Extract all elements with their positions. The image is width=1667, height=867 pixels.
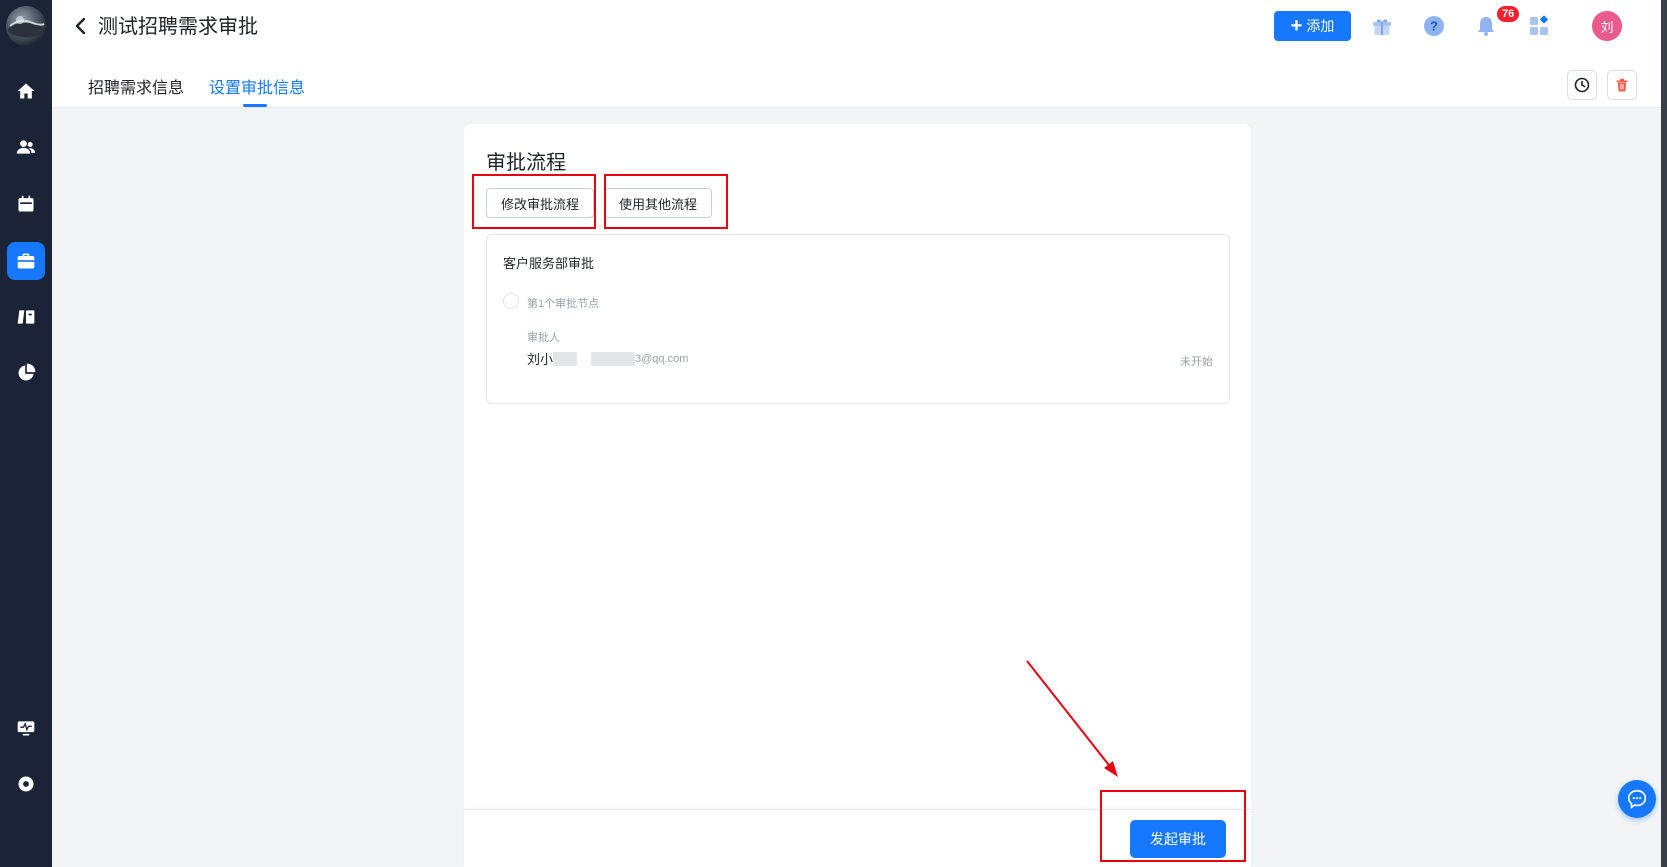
calendar-icon	[18, 195, 34, 212]
users-icon	[16, 140, 36, 154]
back-arrow-icon[interactable]	[70, 14, 90, 38]
page-title: 测试招聘需求审批	[98, 16, 258, 38]
sidebar-item-calendar[interactable]	[7, 185, 45, 223]
approver-label: 审批人	[527, 332, 560, 344]
flow-name: 客户服务部审批	[503, 256, 595, 271]
trash-icon	[1616, 78, 1628, 92]
annotation-box	[604, 174, 728, 229]
approver-value: 刘小 3@qq.com	[527, 349, 688, 368]
notification-badge: 76	[1497, 6, 1520, 22]
approver-email: 3@qq.com	[635, 352, 689, 365]
app-logo[interactable]	[6, 6, 46, 46]
bell-icon[interactable]	[1472, 12, 1500, 40]
node-label: 第1个审批节点	[527, 298, 600, 310]
annotation-box	[472, 174, 596, 229]
home-icon	[17, 83, 35, 99]
window-edge	[1661, 0, 1667, 867]
flow-detail-box: 客户服务部审批 第1个审批节点 审批人 刘小 3@qq.com 未开始	[486, 234, 1230, 404]
sidebar	[0, 0, 52, 867]
settings-icon	[18, 776, 34, 792]
active-tab-indicator	[243, 104, 267, 107]
help-icon[interactable]: ?	[1420, 12, 1448, 40]
history-button[interactable]	[1567, 70, 1597, 100]
sidebar-item-users[interactable]	[7, 128, 45, 166]
page-header: 测试招聘需求审批 招聘需求信息 设置审批信息 + 添加 ? 76 刘	[52, 0, 1667, 108]
redacted-block	[591, 351, 636, 366]
plus-icon: +	[1290, 15, 1303, 37]
chat-icon	[1627, 789, 1647, 809]
tab-approval-settings[interactable]: 设置审批信息	[209, 78, 305, 100]
node-status: 未开始	[1180, 356, 1213, 368]
chat-support-button[interactable]	[1618, 780, 1656, 818]
approval-flow-card: 审批流程 修改审批流程 使用其他流程 客户服务部审批 第1个审批节点 审批人 刘…	[464, 124, 1251, 867]
gift-icon[interactable]	[1368, 12, 1396, 40]
sidebar-item-settings[interactable]	[7, 765, 45, 803]
monitor-icon	[17, 721, 35, 736]
add-button-label: 添加	[1306, 18, 1335, 34]
sidebar-item-recruitment[interactable]	[7, 242, 45, 280]
apps-grid-icon[interactable]	[1525, 12, 1553, 40]
clock-icon	[1574, 77, 1590, 93]
annotation-box	[1100, 790, 1246, 862]
sidebar-item-home[interactable]	[7, 72, 45, 110]
briefcase-icon	[17, 253, 35, 269]
redacted-block	[553, 351, 578, 366]
sidebar-item-reports[interactable]	[7, 354, 45, 392]
svg-text:?: ?	[1430, 19, 1438, 34]
sidebar-item-monitor[interactable]	[7, 709, 45, 747]
book-icon	[17, 310, 35, 324]
action-footer: 发起审批	[464, 790, 1251, 867]
approver-name: 刘小	[527, 352, 554, 367]
add-button[interactable]: + 添加	[1274, 11, 1351, 41]
pie-chart-icon	[18, 363, 36, 381]
section-title: 审批流程	[486, 152, 566, 174]
user-avatar[interactable]: 刘	[1592, 11, 1622, 41]
node-status-circle	[503, 293, 519, 309]
tab-recruitment-info[interactable]: 招聘需求信息	[88, 78, 184, 100]
sidebar-item-book[interactable]	[7, 298, 45, 336]
delete-button[interactable]	[1607, 70, 1637, 100]
